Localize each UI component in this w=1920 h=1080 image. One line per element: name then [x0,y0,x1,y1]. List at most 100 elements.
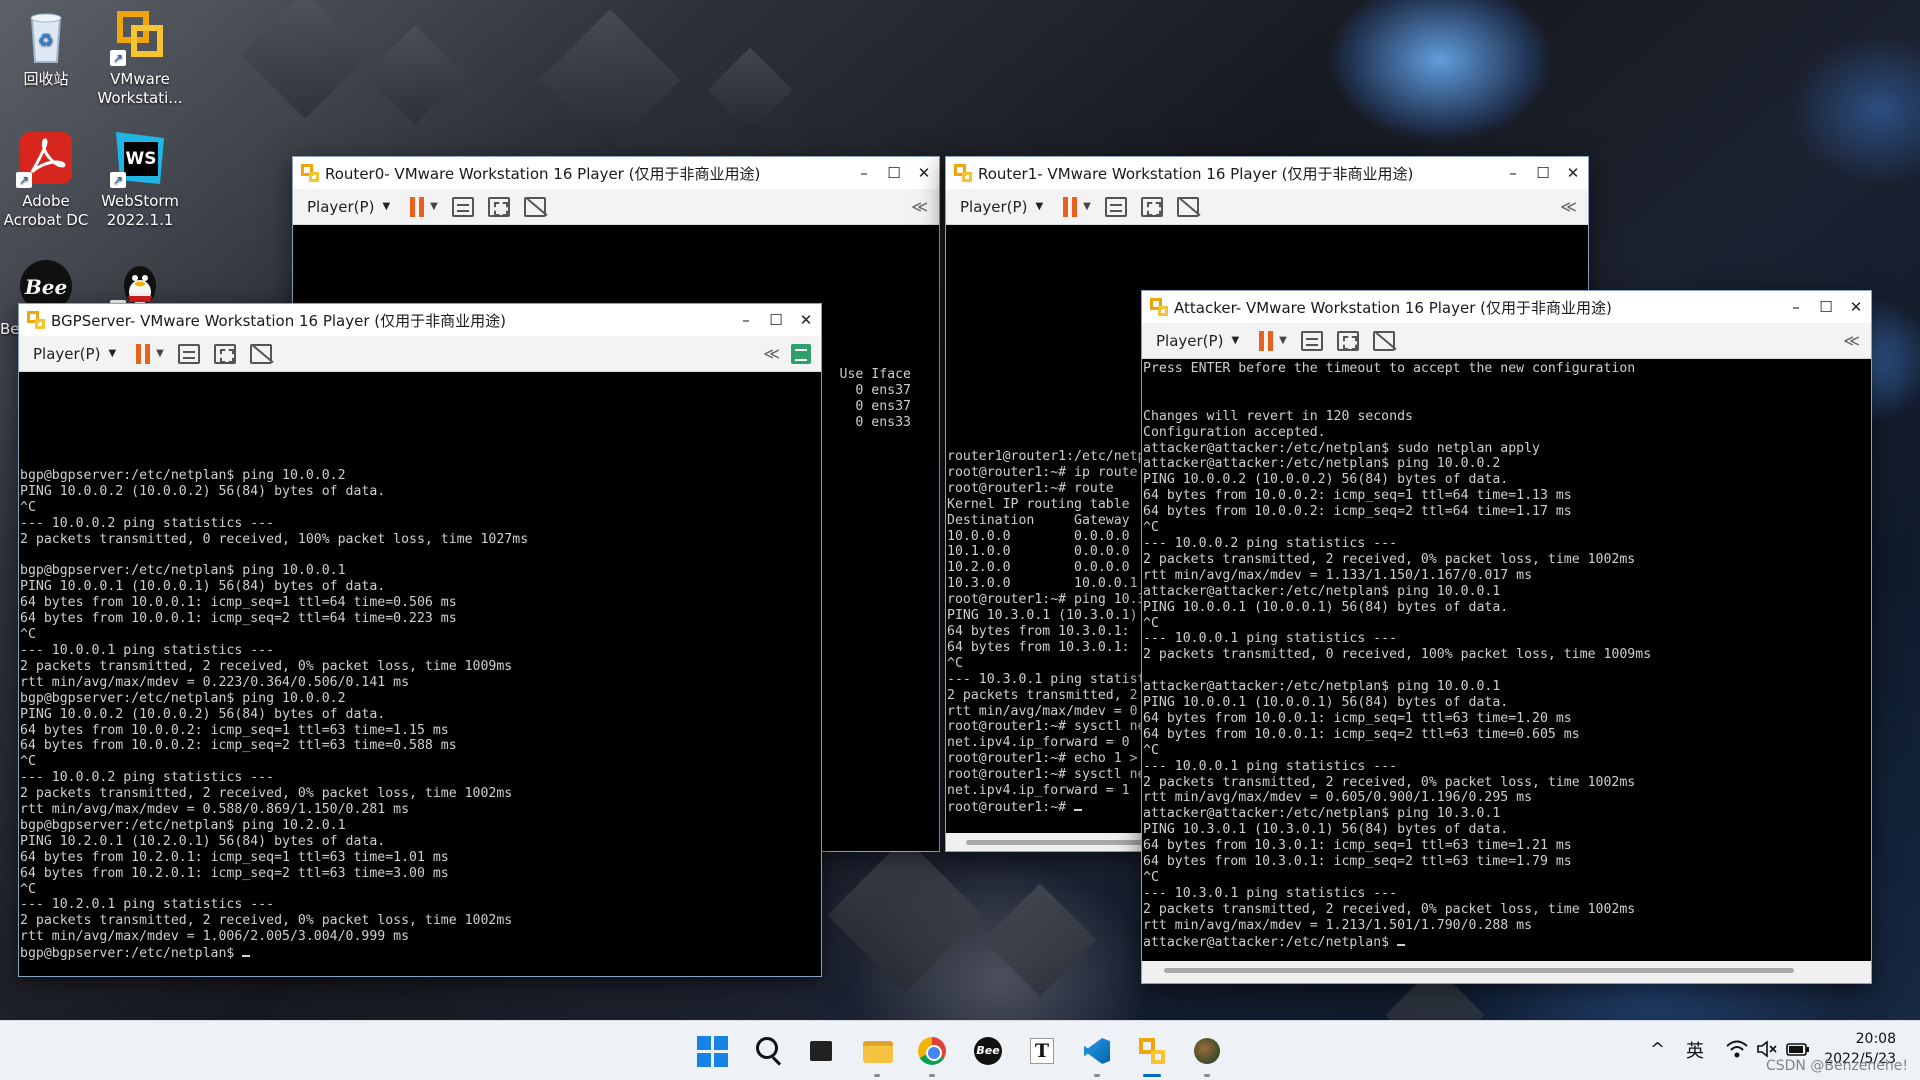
window-titlebar[interactable]: Attacker- VMware Workstation 16 Player (… [1142,291,1871,323]
wallpaper-cube [365,25,465,125]
player-menu-button[interactable]: Player(P) ▼ [27,345,122,363]
vm-console[interactable]: bgp@bgpserver:/etc/netplan$ ping 10.0.0.… [19,372,821,976]
fullscreen-icon[interactable] [213,343,236,364]
minimize-button[interactable]: – [1781,298,1811,316]
svg-text:♻: ♻ [38,30,54,51]
ime-indicator[interactable]: 英 [1686,1037,1704,1080]
bee-icon: Bee [974,1037,1002,1065]
console-text: router1@router1:/etc/netp root@router1:~… [947,449,1146,815]
vscode-icon [1084,1038,1110,1064]
vmware-icon [1150,298,1168,316]
search-button[interactable] [752,1035,784,1067]
minimize-button[interactable]: – [1498,164,1528,182]
svg-text:Bee: Bee [24,275,67,299]
taskbar-typora[interactable]: T [1026,1035,1058,1067]
desktop-icon-recycle-bin[interactable]: ♻ 回收站 [0,6,92,89]
send-ctrl-alt-del-icon[interactable] [1104,196,1127,217]
unity-mode-icon[interactable] [1372,330,1395,351]
attacker-window[interactable]: Attacker- VMware Workstation 16 Player (… [1141,290,1872,984]
pause-icon[interactable] [136,343,151,364]
close-button[interactable]: ✕ [1841,298,1871,316]
unity-mode-icon[interactable] [249,343,272,364]
vmware-icon [301,164,319,182]
text-cursor [1397,934,1406,946]
chevron-down-icon[interactable]: ▼ [1279,335,1287,346]
watermark-text: CSDN @Benzenehe! [1765,1058,1908,1074]
desktop-icon-label: WebStorm 2022.1.1 [101,192,179,229]
collapse-toolbar-icon[interactable]: ≪ [1843,331,1860,350]
search-icon [756,1037,778,1059]
window-titlebar[interactable]: BGPServer- VMware Workstation 16 Player … [19,304,821,336]
chevron-down-icon[interactable]: ▼ [156,348,164,359]
windows-start-icon [697,1036,728,1067]
fullscreen-icon[interactable] [1336,330,1359,351]
wallpaper-cube [827,837,983,993]
vmware-icon: ↗ [110,6,170,66]
vmware-icon [1139,1038,1165,1064]
scrollbar-thumb[interactable] [1164,968,1794,973]
notes-icon[interactable] [791,343,811,364]
player-toolbar: Player(P) ▼ ▼ ≪ [946,189,1588,225]
chevron-down-icon: ▼ [1231,335,1240,346]
minimize-button[interactable]: – [731,311,761,329]
window-titlebar[interactable]: Router0- VMware Workstation 16 Player (仅… [293,157,939,189]
send-ctrl-alt-del-icon[interactable] [1300,330,1323,351]
taskbar-game[interactable] [1191,1035,1223,1077]
taskbar: Bee T ^ 英 20:08 2022/5/23 [0,1020,1920,1080]
maximize-button[interactable]: ☐ [1811,298,1841,316]
wallpaper-cube [707,47,793,133]
player-menu-button[interactable]: Player(P) ▼ [954,198,1049,216]
desktop-icon-acrobat[interactable]: ↗ Adobe Acrobat DC [0,128,92,230]
player-menu-button[interactable]: Player(P) ▼ [1150,332,1245,350]
fullscreen-icon[interactable] [1140,196,1163,217]
maximize-button[interactable]: ☐ [879,164,909,182]
minimize-button[interactable]: – [849,164,879,182]
send-ctrl-alt-del-icon[interactable] [451,196,474,217]
typora-icon: T [1030,1038,1054,1064]
taskbar-bee[interactable]: Bee [972,1035,1004,1067]
close-button[interactable]: ✕ [909,164,939,182]
player-toolbar: Player(P) ▼ ▼ ≪ [1142,323,1871,359]
desktop-icon-webstorm[interactable]: WS ↗ WebStorm 2022.1.1 [94,128,186,230]
wallpaper-cube [241,0,369,119]
fullscreen-icon[interactable] [487,196,510,217]
wifi-icon[interactable] [1726,1039,1748,1080]
maximize-button[interactable]: ☐ [1528,164,1558,182]
window-titlebar[interactable]: Router1- VMware Workstation 16 Player (仅… [946,157,1588,189]
taskbar-file-explorer[interactable] [861,1035,893,1077]
vm-console[interactable]: Press ENTER before the timeout to accept… [1142,359,1871,961]
taskbar-vmware[interactable] [1136,1035,1168,1077]
pause-icon[interactable] [1063,196,1078,217]
chevron-down-icon: ▼ [1035,201,1044,212]
close-button[interactable]: ✕ [1558,164,1588,182]
player-menu-button[interactable]: Player(P) ▼ [301,198,396,216]
horizontal-scrollbar[interactable] [1142,961,1871,983]
active-indicator [1143,1074,1161,1077]
send-ctrl-alt-del-icon[interactable] [177,343,200,364]
desktop-icon-vmware[interactable]: ↗ VMware Workstati... [94,6,186,108]
unity-mode-icon[interactable] [1176,196,1199,217]
start-button[interactable] [696,1035,728,1067]
bgpserver-window[interactable]: BGPServer- VMware Workstation 16 Player … [18,303,822,977]
chrome-icon [918,1037,946,1065]
taskbar-chrome[interactable] [916,1035,948,1077]
task-view-button[interactable] [806,1035,838,1067]
collapse-toolbar-icon[interactable]: ≪ [1560,197,1577,216]
collapse-toolbar-icon[interactable]: ≪ [911,197,928,216]
maximize-button[interactable]: ☐ [761,311,791,329]
close-button[interactable]: ✕ [791,311,821,329]
pause-icon[interactable] [410,196,425,217]
desktop-icon-label: 回收站 [23,70,69,88]
window-title: Router1- VMware Workstation 16 Player (仅… [978,164,1414,183]
pause-icon[interactable] [1259,330,1274,351]
chevron-down-icon[interactable]: ▼ [430,201,438,212]
unity-mode-icon[interactable] [523,196,546,217]
vmware-icon [954,164,972,182]
chevron-down-icon[interactable]: ▼ [1083,201,1091,212]
shortcut-arrow-icon: ↗ [110,172,126,188]
tray-overflow-chevron-icon[interactable]: ^ [1650,1039,1665,1080]
collapse-toolbar-icon[interactable]: ≪ [763,344,780,363]
taskbar-vscode[interactable] [1081,1035,1113,1077]
recycle-bin-icon: ♻ [16,6,76,66]
acrobat-icon: ↗ [16,128,76,188]
